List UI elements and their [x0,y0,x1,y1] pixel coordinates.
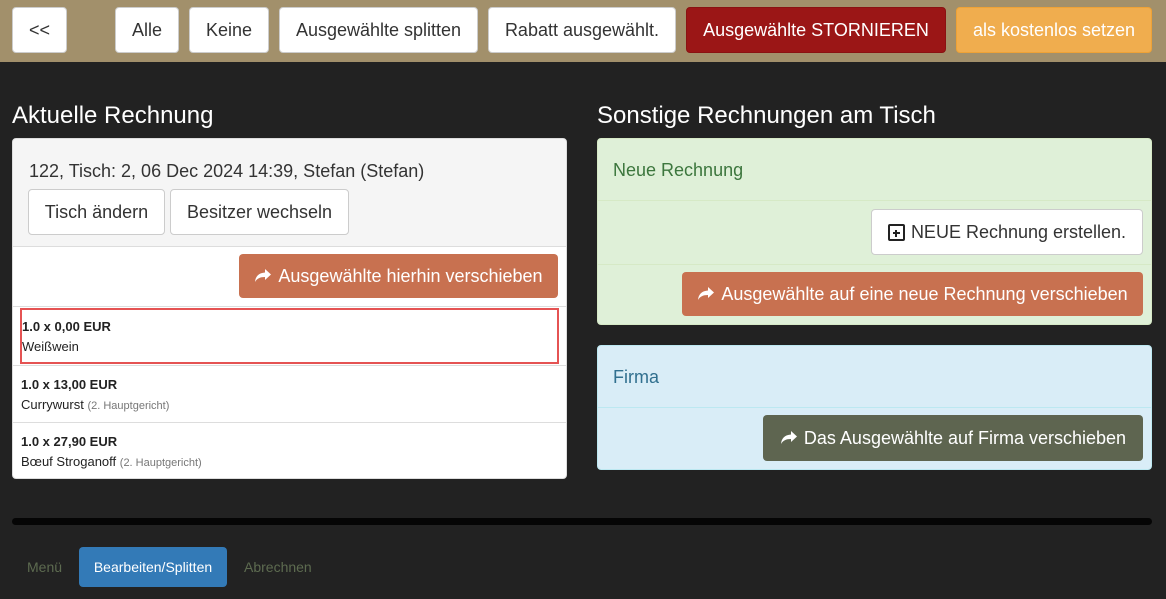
divider [13,365,566,366]
nav-edit-split[interactable]: Bearbeiten/Splitten [79,547,227,587]
item-quantity-price: 1.0 x 13,00 EUR [21,377,118,392]
select-none-button[interactable]: Keine [189,7,269,53]
new-invoice-panel: Neue Rechnung NEUE Rechnung erstellen. A… [597,138,1152,325]
move-here-button[interactable]: Ausgewählte hierhin verschieben [239,254,558,298]
move-to-company-label: Das Ausgewählte auf Firma verschieben [803,427,1127,448]
invoice-item[interactable]: 1.0 x 27,90 EUR Bœuf Stroganoff (2. Haup… [21,434,559,474]
other-invoices-title: Sonstige Rechnungen am Tisch [597,102,936,129]
move-to-new-invoice-label: Ausgewählte auf eine neue Rechnung versc… [721,283,1128,304]
divider [598,264,1151,265]
change-table-button[interactable]: Tisch ändern [28,189,165,235]
share-icon [255,269,272,282]
share-icon [698,287,715,300]
invoice-info: 122, Tisch: 2, 06 Dec 2024 14:39, Stefan… [29,161,425,181]
divider [13,306,566,307]
cancel-selected-button[interactable]: Ausgewählte STORNIEREN [686,7,946,53]
discount-selected-button[interactable]: Rabatt ausgewählt. [488,7,676,53]
divider [13,422,566,423]
move-to-company-button[interactable]: Das Ausgewählte auf Firma verschieben [763,415,1143,461]
item-quantity-price: 1.0 x 27,90 EUR [21,434,118,449]
top-toolbar: << Alle Keine Ausgewählte splitten Rabat… [0,0,1166,62]
back-button[interactable]: << [12,7,67,53]
current-invoice-panel: 122, Tisch: 2, 06 Dec 2024 14:39, Stefan… [12,138,567,479]
item-name: Currywurst (2. Hauptgericht) [21,397,170,412]
create-new-invoice-button[interactable]: NEUE Rechnung erstellen. [871,209,1143,255]
nav-checkout[interactable]: Abrechnen [244,559,312,575]
item-quantity-price: 1.0 x 0,00 EUR [22,319,111,334]
invoice-item[interactable]: 1.0 x 13,00 EUR Currywurst (2. Hauptgeri… [21,377,559,417]
company-heading: Firma [613,367,659,387]
item-name: Weißwein [22,339,79,354]
new-invoice-heading: Neue Rechnung [613,160,744,180]
invoice-item[interactable]: 1.0 x 0,00 EUR Weißwein [20,308,559,364]
change-owner-button[interactable]: Besitzer wechseln [170,189,349,235]
invoice-header: 122, Tisch: 2, 06 Dec 2024 14:39, Stefan… [13,139,566,247]
current-invoice-title: Aktuelle Rechnung [12,102,214,129]
move-here-label: Ausgewählte hierhin verschieben [278,265,543,286]
item-name: Bœuf Stroganoff (2. Hauptgericht) [21,454,202,469]
section-divider [12,518,1152,525]
split-selected-button[interactable]: Ausgewählte splitten [279,7,478,53]
company-panel: Firma Das Ausgewählte auf Firma verschie… [597,345,1152,470]
plus-square-icon [887,223,905,241]
create-new-invoice-label: NEUE Rechnung erstellen. [910,221,1127,242]
set-free-button[interactable]: als kostenlos setzen [956,7,1152,53]
select-all-button[interactable]: Alle [115,7,179,53]
divider [598,200,1151,201]
share-icon [780,431,797,444]
item-tag: (2. Hauptgericht) [87,400,170,412]
divider [598,407,1151,408]
move-to-new-invoice-button[interactable]: Ausgewählte auf eine neue Rechnung versc… [682,272,1143,316]
nav-menu[interactable]: Menü [27,559,62,575]
item-tag: (2. Hauptgericht) [119,457,202,469]
